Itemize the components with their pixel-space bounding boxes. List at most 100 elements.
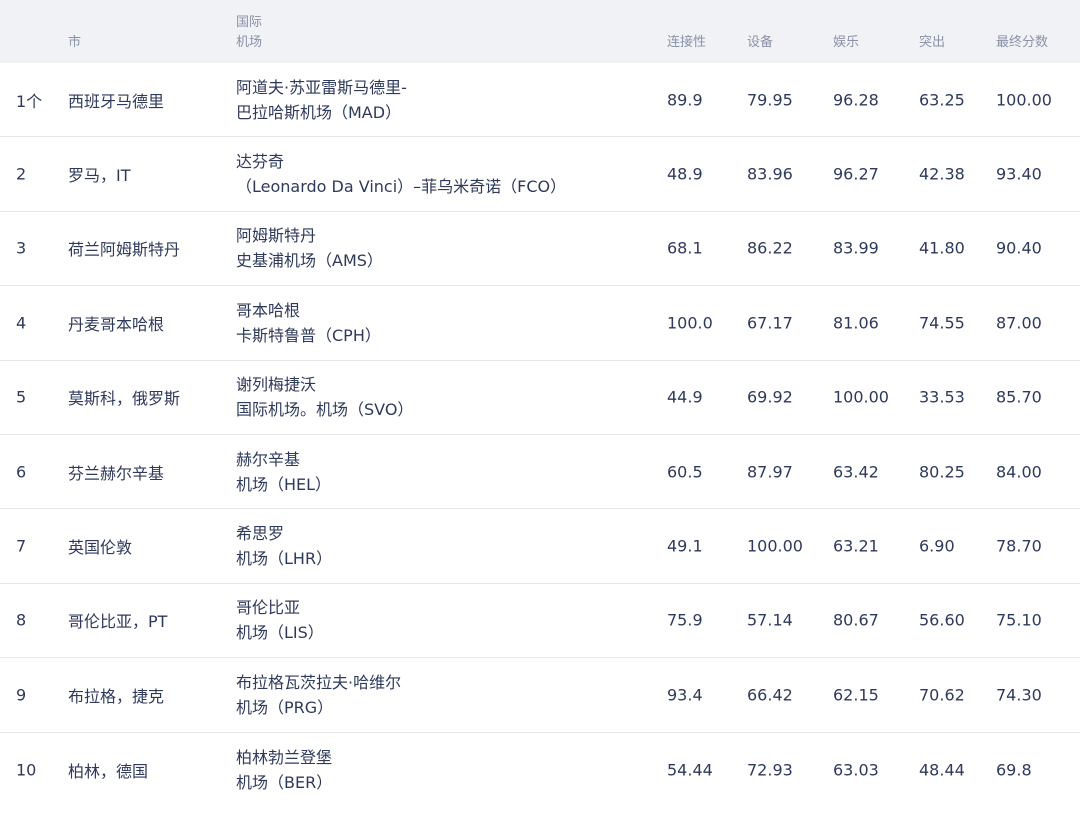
final-score-cell: 75.10: [996, 610, 1042, 630]
connectivity-cell: 44.9: [667, 387, 703, 407]
facilities-cell: 72.93: [747, 760, 793, 780]
city-cell: 荷兰阿姆斯特丹: [68, 240, 181, 260]
airport-cell: 希思罗 机场（LHR）: [236, 521, 332, 571]
table-row: 4 丹麦哥本哈根 哥本哈根 卡斯特鲁普（CPH） 100.0 67.17 81.06 74.5…: [0, 286, 1080, 361]
airport-cell: 达芬奇 （Leonardo Da Vinci）–菲乌米奇诺（FCO）: [236, 149, 566, 199]
rank-cell: 6: [16, 462, 27, 482]
airport-cell: 哥伦比亚机场（LIS）: [236, 595, 324, 645]
connectivity-cell: 100.0: [667, 313, 713, 333]
outstanding-cell: 74.55: [919, 313, 965, 333]
outstanding-cell: 70.62: [919, 685, 965, 705]
final-score-cell: 78.70: [996, 536, 1042, 556]
connectivity-cell: 49.1: [667, 536, 703, 556]
rank-cell: 1个: [16, 91, 43, 111]
connectivity-cell: 48.9: [667, 164, 703, 184]
outstanding-cell: 6.90: [919, 536, 955, 556]
city-cell: 布拉格，捷克: [68, 686, 165, 706]
airport-name-line1: 布拉格瓦茨拉夫·哈维尔: [236, 672, 402, 692]
airport-name-line1: 谢列梅捷沃: [236, 375, 317, 395]
facilities-cell: 67.17: [747, 313, 793, 333]
connectivity-cell: 60.5: [667, 462, 703, 482]
rank-cell: 9: [16, 685, 27, 705]
header-connectivity: 连接性: [667, 35, 707, 50]
table-row: 1个 西班牙马德里 阿道夫·苏亚雷斯马德里- 巴拉哈斯机场（MAD） 89.9 79.95…: [0, 63, 1080, 138]
rank-cell: 10: [16, 760, 37, 780]
table-row: 6 芬兰赫尔辛基 赫尔辛基 机场（HEL） 60.5 87.97 63.42 80.25 84.…: [0, 435, 1080, 510]
table-row: 2 罗马，IT 达芬奇 （Leonardo Da Vinci）–菲乌米奇诺（FCO） 4…: [0, 137, 1080, 212]
outstanding-cell: 80.25: [919, 462, 965, 482]
city-cell: 柏林，德国: [68, 761, 149, 781]
final-score-cell: 85.70: [996, 387, 1042, 407]
table-row: 8 哥伦比亚，PT 哥伦比亚机场（LIS） 75.9 57.14 80.67 56.60 75…: [0, 584, 1080, 659]
entertainment-cell: 100.00: [833, 387, 889, 407]
table-row: 9 布拉格，捷克 布拉格瓦茨拉夫·哈维尔 机场（PRG） 93.4 66.42 62.15 7…: [0, 658, 1080, 733]
airport-name-line2: 机场（PRG）: [236, 697, 334, 717]
airport-name-line2: 史基浦机场（AMS）: [236, 251, 383, 271]
rank-cell: 7: [16, 536, 27, 556]
airport-name-line1: 柏林勃兰登堡: [236, 747, 333, 767]
facilities-cell: 69.92: [747, 387, 793, 407]
facilities-cell: 79.95: [747, 90, 793, 110]
rank-cell: 4: [16, 313, 27, 333]
city-cell: 英国伦敦: [68, 538, 133, 558]
final-score-cell: 90.40: [996, 238, 1042, 258]
airport-cell: 阿道夫·苏亚雷斯马德里- 巴拉哈斯机场（MAD）: [236, 75, 407, 125]
entertainment-cell: 96.28: [833, 90, 879, 110]
airport-name-line2: 机场（LIS）: [236, 623, 324, 643]
outstanding-cell: 56.60: [919, 610, 965, 630]
connectivity-cell: 89.9: [667, 90, 703, 110]
city-cell: 哥伦比亚，PT: [68, 612, 168, 632]
airport-name-line1: 达芬奇: [236, 152, 285, 172]
airport-cell: 布拉格瓦茨拉夫·哈维尔 机场（PRG）: [236, 670, 401, 720]
connectivity-cell: 93.4: [667, 685, 703, 705]
city-cell: 罗马，IT: [68, 166, 131, 186]
entertainment-cell: 63.03: [833, 760, 879, 780]
outstanding-cell: 63.25: [919, 90, 965, 110]
airport-name-line2: 机场（HEL）: [236, 474, 332, 494]
airport-name-line1: 赫尔辛基: [236, 449, 301, 469]
outstanding-cell: 48.44: [919, 760, 965, 780]
table-row: 7 英国伦敦 希思罗 机场（LHR） 49.1 100.00 63.21 6.90 78.70: [0, 509, 1080, 584]
entertainment-cell: 63.21: [833, 536, 879, 556]
final-score-cell: 74.30: [996, 685, 1042, 705]
airport-name-line1: 阿道夫·苏亚雷斯马德里-: [236, 77, 407, 97]
entertainment-cell: 80.67: [833, 610, 879, 630]
facilities-cell: 66.42: [747, 685, 793, 705]
airport-ranking-table: 市 国际 机场 连接性 设备 娱乐 突出 最终分数 1个 西班牙马德里 阿道夫·苏亚…: [0, 0, 1080, 807]
final-score-cell: 93.40: [996, 164, 1042, 184]
table-row: 5 莫斯科，俄罗斯 谢列梅捷沃国际机场。机场（SVO） 44.9 69.92 100.00…: [0, 361, 1080, 435]
header-airport-line1: 国际: [236, 15, 263, 30]
table-header: 市 国际 机场 连接性 设备 娱乐 突出 最终分数: [0, 0, 1080, 63]
city-cell: 莫斯科，俄罗斯: [68, 389, 181, 409]
airport-cell: 谢列梅捷沃国际机场。机场（SVO）: [236, 372, 413, 422]
entertainment-cell: 81.06: [833, 313, 879, 333]
airport-name-line2: （Leonardo Da Vinci）–菲乌米奇诺（FCO）: [236, 177, 567, 197]
header-facilities: 设备: [747, 35, 774, 50]
airport-name-line2: 机场（LHR）: [236, 549, 333, 569]
airport-name-line1: 哥伦比亚: [236, 598, 301, 618]
header-final-score: 最终分数: [996, 35, 1049, 50]
airport-name-line2: 机场（BER）: [236, 772, 333, 792]
rank-cell: 8: [16, 610, 27, 630]
final-score-cell: 84.00: [996, 462, 1042, 482]
table-row: 10 柏林，德国 柏林勃兰登堡 机场（BER） 54.44 72.93 63.03 48.44…: [0, 733, 1080, 807]
airport-name-line1: 阿姆斯特丹: [236, 226, 317, 246]
airport-name-line2: 国际机场。机场（SVO）: [236, 400, 414, 420]
header-entertainment: 娱乐: [833, 35, 860, 50]
connectivity-cell: 68.1: [667, 238, 703, 258]
airport-cell: 柏林勃兰登堡 机场（BER）: [236, 745, 332, 795]
rank-cell: 2: [16, 164, 27, 184]
city-cell: 西班牙马德里: [68, 91, 165, 111]
connectivity-cell: 75.9: [667, 610, 703, 630]
rank-cell: 5: [16, 387, 27, 407]
final-score-cell: 87.00: [996, 313, 1042, 333]
final-score-cell: 69.8: [996, 760, 1032, 780]
facilities-cell: 86.22: [747, 238, 793, 258]
entertainment-cell: 96.27: [833, 164, 879, 184]
facilities-cell: 57.14: [747, 610, 793, 630]
airport-name-line2: 卡斯特鲁普（CPH）: [236, 325, 381, 345]
city-cell: 丹麦哥本哈根: [68, 314, 165, 334]
header-airport: 国际 机场: [236, 13, 296, 53]
table-body: 1个 西班牙马德里 阿道夫·苏亚雷斯马德里- 巴拉哈斯机场（MAD） 89.9 79.95…: [0, 63, 1080, 807]
facilities-cell: 87.97: [747, 462, 793, 482]
